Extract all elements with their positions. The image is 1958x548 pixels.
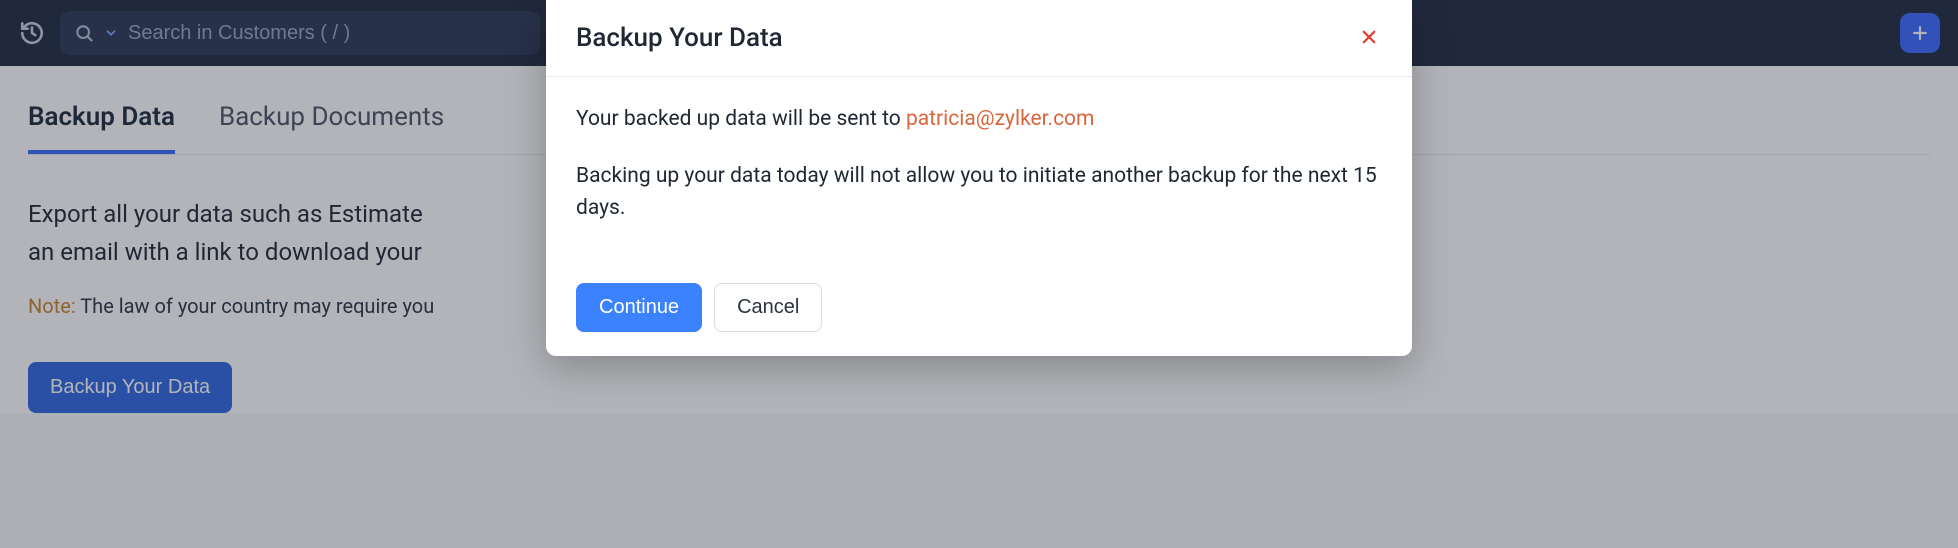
cancel-button[interactable]: Cancel	[714, 283, 822, 332]
close-icon[interactable]	[1356, 22, 1382, 54]
modal-footer: Continue Cancel	[546, 265, 1412, 356]
continue-button[interactable]: Continue	[576, 283, 702, 332]
modal-intro-line: Your backed up data will be sent to patr…	[576, 103, 1382, 136]
modal-header: Backup Your Data	[546, 0, 1412, 77]
modal-title: Backup Your Data	[576, 23, 783, 53]
modal-warning-text: Backing up your data today will not allo…	[576, 160, 1382, 225]
backup-modal: Backup Your Data Your backed up data wil…	[546, 0, 1412, 356]
modal-body: Your backed up data will be sent to patr…	[546, 77, 1412, 265]
modal-email: patricia@zylker.com	[906, 107, 1095, 131]
modal-intro-text: Your backed up data will be sent to	[576, 107, 906, 131]
